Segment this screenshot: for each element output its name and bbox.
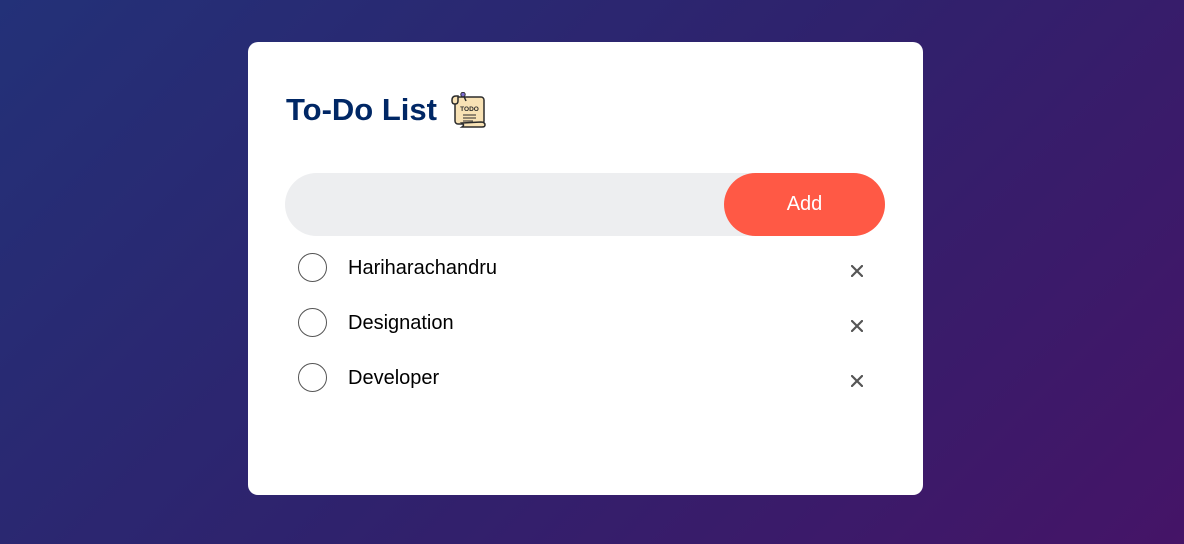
task-label: Designation [348, 312, 454, 334]
close-icon[interactable] [846, 315, 868, 337]
task-input-row: Add [285, 173, 885, 236]
close-icon[interactable] [846, 260, 868, 282]
app-header: To-Do List TODO [286, 92, 487, 128]
unchecked-circle-icon[interactable] [298, 253, 327, 282]
task-item[interactable]: Hariharachandru [285, 253, 885, 308]
task-item[interactable]: Developer [285, 363, 885, 418]
unchecked-circle-icon[interactable] [298, 363, 327, 392]
todo-note-icon: TODO [451, 92, 486, 128]
task-input[interactable] [285, 173, 725, 236]
task-label: Developer [348, 367, 440, 389]
todo-card: To-Do List TODO Add Hariharachandru Desi… [248, 42, 923, 495]
page-title: To-Do List [286, 92, 437, 127]
close-icon[interactable] [846, 370, 868, 392]
task-item[interactable]: Designation [285, 308, 885, 363]
task-label: Hariharachandru [348, 257, 497, 279]
add-button[interactable]: Add [724, 173, 885, 236]
task-list: Hariharachandru Designation Developer [285, 253, 885, 418]
logo-text: TODO [460, 106, 479, 113]
unchecked-circle-icon[interactable] [298, 308, 327, 337]
